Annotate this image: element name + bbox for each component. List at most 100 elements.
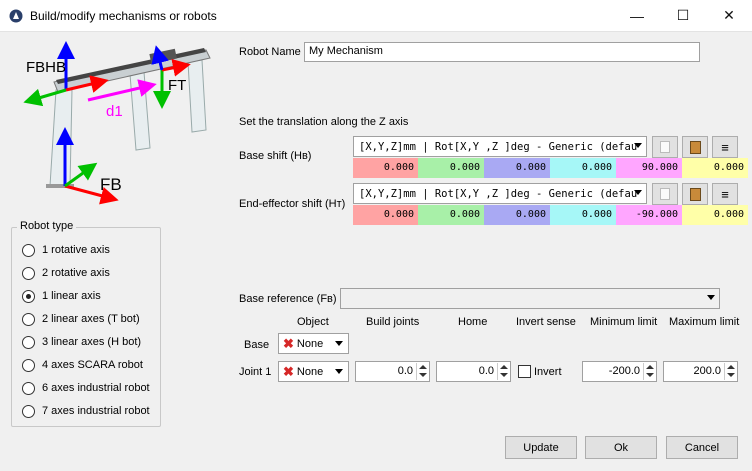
- radio-unselected-icon[interactable]: [22, 358, 35, 372]
- radio-unselected-icon[interactable]: [22, 381, 35, 395]
- joint1-invert-checkbox[interactable]: [518, 365, 531, 378]
- hint-text: Set the translation along the Z axis: [239, 116, 409, 128]
- copy-icon: [660, 141, 670, 153]
- minimize-icon: —: [630, 7, 644, 24]
- chevron-down-icon: [335, 341, 343, 346]
- column-invert-sense: Invert sense: [516, 316, 576, 328]
- ok-button[interactable]: Ok: [585, 436, 657, 459]
- joint1-build-spinbox[interactable]: 0.0: [355, 361, 430, 382]
- effector-shift-paste-button[interactable]: [682, 183, 708, 205]
- base-shift-menu-button[interactable]: ≡: [712, 136, 738, 158]
- base-shift-label: Base shift (Hʙ): [239, 150, 312, 162]
- frame-fb-hb-label: FBHB: [26, 59, 66, 76]
- joint1-object-select[interactable]: ✖ None: [278, 361, 349, 382]
- column-object: Object: [297, 316, 329, 328]
- radio-unselected-icon[interactable]: [22, 335, 35, 349]
- robot-type-option-label: 6 axes industrial robot: [42, 382, 150, 394]
- radio-unselected-icon[interactable]: [22, 312, 35, 326]
- robot-name-input[interactable]: My Mechanism: [304, 42, 700, 62]
- effector-shift-y[interactable]: 0.000: [418, 205, 484, 225]
- joint1-min-value: -200.0: [608, 365, 640, 377]
- radio-unselected-icon[interactable]: [22, 404, 35, 418]
- robot-type-option-label: 3 linear axes (H bot): [42, 336, 142, 348]
- robot-type-option[interactable]: 3 linear axes (H bot): [22, 334, 141, 350]
- robot-type-title: Robot type: [17, 220, 77, 232]
- robot-name-label: Robot Name: [239, 46, 301, 58]
- maximize-button[interactable]: ☐: [660, 0, 706, 31]
- gantry-structure: [46, 48, 211, 188]
- window-title: Build/modify mechanisms or robots: [30, 9, 217, 23]
- robot-type-option-label: 1 linear axis: [42, 290, 101, 302]
- base-shift-format-select[interactable]: [X,Y,Z]mm | Rot[X,Y ,Z ]deg - Generic (d…: [353, 136, 647, 157]
- base-object-select[interactable]: ✖ None: [278, 333, 349, 354]
- base-row-label: Base: [244, 339, 270, 351]
- maximize-icon: ☐: [676, 7, 690, 23]
- joint1-max-spinbox[interactable]: 200.0: [663, 361, 738, 382]
- robot-type-option[interactable]: 2 linear axes (T bot): [22, 311, 140, 327]
- effector-shift-menu-button[interactable]: ≡: [712, 183, 738, 205]
- base-reference-select[interactable]: [340, 288, 720, 309]
- joint1-row-label: Joint 1: [239, 366, 272, 378]
- spin-arrows-icon[interactable]: [416, 363, 428, 380]
- base-shift-paste-button[interactable]: [682, 136, 708, 158]
- axis-d1-label: d1: [106, 103, 123, 120]
- robot-type-option[interactable]: 1 linear axis: [22, 288, 101, 304]
- menu-icon: ≡: [721, 186, 729, 202]
- robot-type-option[interactable]: 6 axes industrial robot: [22, 380, 150, 396]
- effector-shift-format-value: [X,Y,Z]mm | Rot[X,Y ,Z ]deg - Generic (d…: [359, 187, 638, 200]
- cross-icon: ✖: [283, 363, 294, 379]
- joint1-invert-label: Invert: [534, 366, 562, 378]
- effector-shift-format-select[interactable]: [X,Y,Z]mm | Rot[X,Y ,Z ]deg - Generic (d…: [353, 183, 647, 204]
- effector-shift-x[interactable]: 0.000: [353, 205, 418, 225]
- joint1-min-spinbox[interactable]: -200.0: [582, 361, 657, 382]
- frame-ft-label: FT: [168, 77, 186, 94]
- base-shift-ry[interactable]: 90.000: [616, 158, 682, 178]
- base-shift-z[interactable]: 0.000: [484, 158, 550, 178]
- effector-shift-ry[interactable]: -90.000: [616, 205, 682, 225]
- base-shift-rx[interactable]: 0.000: [550, 158, 616, 178]
- base-shift-copy-button[interactable]: [652, 136, 678, 158]
- base-object-value: None: [296, 337, 324, 350]
- joint1-max-value: 200.0: [693, 365, 721, 377]
- base-shift-rz[interactable]: 0.000: [682, 158, 748, 178]
- robot-type-option-label: 4 axes SCARA robot: [42, 359, 143, 371]
- robot-type-option[interactable]: 7 axes industrial robot: [22, 403, 150, 419]
- chevron-down-icon: [634, 190, 642, 195]
- menu-icon: ≡: [721, 139, 729, 155]
- effector-shift-rz[interactable]: 0.000: [682, 205, 748, 225]
- base-reference-label: Base reference (Fʙ): [239, 293, 337, 305]
- spin-arrows-icon[interactable]: [643, 363, 655, 380]
- robot-type-option[interactable]: 4 axes SCARA robot: [22, 357, 143, 373]
- effector-shift-rx[interactable]: 0.000: [550, 205, 616, 225]
- robot-type-option-label: 1 rotative axis: [42, 244, 110, 256]
- minimize-button[interactable]: —: [614, 0, 660, 31]
- effector-shift-copy-button[interactable]: [652, 183, 678, 205]
- copy-icon: [660, 188, 670, 200]
- column-maximum-limit: Maximum limit: [669, 316, 740, 328]
- base-shift-x[interactable]: 0.000: [353, 158, 418, 178]
- paste-icon: [689, 140, 701, 154]
- column-minimum-limit: Minimum limit: [590, 316, 658, 328]
- radio-unselected-icon[interactable]: [22, 243, 35, 257]
- spin-arrows-icon[interactable]: [497, 363, 509, 380]
- cancel-button[interactable]: Cancel: [666, 436, 738, 459]
- joint1-build-value: 0.0: [397, 365, 413, 377]
- app-logo-icon: [9, 9, 23, 23]
- update-button[interactable]: Update: [505, 436, 577, 459]
- close-button[interactable]: ✕: [706, 0, 752, 31]
- joint1-home-spinbox[interactable]: 0.0: [436, 361, 511, 382]
- column-build-joints: Build joints: [366, 316, 420, 328]
- robot-type-option-label: 2 rotative axis: [42, 267, 110, 279]
- base-shift-y[interactable]: 0.000: [418, 158, 484, 178]
- effector-shift-label: End-effector shift (Hт): [239, 198, 346, 210]
- chevron-down-icon: [707, 295, 715, 300]
- base-shift-format-value: [X,Y,Z]mm | Rot[X,Y ,Z ]deg - Generic (d…: [359, 140, 638, 153]
- robot-type-option[interactable]: 2 rotative axis: [22, 265, 110, 281]
- chevron-down-icon: [634, 143, 642, 148]
- effector-shift-z[interactable]: 0.000: [484, 205, 550, 225]
- cross-icon: ✖: [283, 335, 294, 351]
- robot-type-option[interactable]: 1 rotative axis: [22, 242, 110, 258]
- spin-arrows-icon[interactable]: [724, 363, 736, 380]
- radio-selected-icon[interactable]: [22, 289, 35, 303]
- radio-unselected-icon[interactable]: [22, 266, 35, 280]
